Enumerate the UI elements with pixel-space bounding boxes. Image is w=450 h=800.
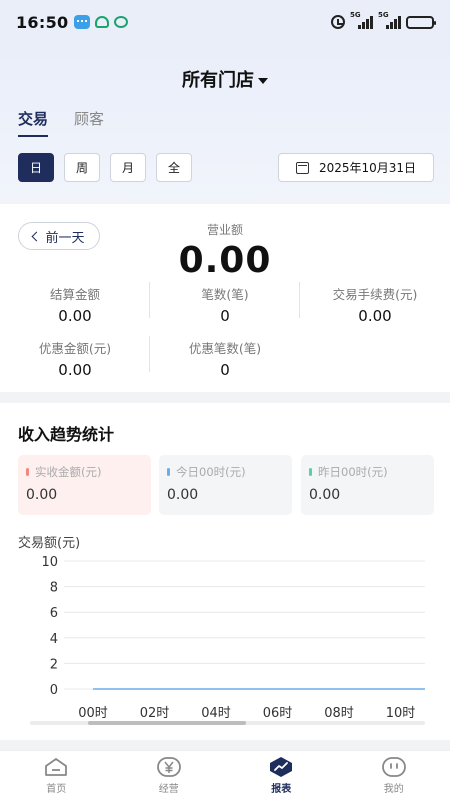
x-tick-label: 08时 bbox=[324, 706, 354, 721]
message-icon bbox=[74, 15, 91, 29]
trend-card-value: 0.00 bbox=[309, 487, 341, 503]
metric-value: 0.00 bbox=[358, 307, 392, 325]
nav-item-reports[interactable]: 报表 bbox=[225, 751, 338, 800]
metric-label: 笔数(笔) bbox=[201, 287, 249, 302]
trend-card-value: 0.00 bbox=[167, 487, 199, 503]
nav-label: 我的 bbox=[383, 784, 404, 795]
metric-discount-count: 优惠笔数(笔) 0 bbox=[150, 338, 300, 379]
period-selector: 日 周 月 全 bbox=[18, 153, 192, 182]
yuan-icon bbox=[155, 756, 183, 778]
y-tick-label: 2 bbox=[50, 657, 58, 672]
y-tick-label: 6 bbox=[50, 606, 58, 621]
metric-value: 0.00 bbox=[58, 307, 92, 325]
period-day-button[interactable]: 日 bbox=[18, 153, 54, 182]
period-week-button[interactable]: 周 bbox=[64, 153, 100, 182]
trend-card-yesterday[interactable]: 昨日00时(元) 0.00 bbox=[301, 455, 434, 515]
summary-card: 前一天 营业额 0.00 结算金额 0.00 笔数(笔) 0 交易手续费(元) … bbox=[0, 204, 450, 392]
profile-face-icon bbox=[380, 756, 408, 778]
revenue-value: 0.00 bbox=[178, 240, 272, 281]
status-time: 16:50 bbox=[16, 12, 69, 32]
metric-label: 优惠笔数(笔) bbox=[188, 341, 262, 356]
nav-label: 首页 bbox=[46, 784, 67, 795]
carrier-icon bbox=[114, 16, 129, 28]
trend-card-label: 实收金额(元) bbox=[35, 465, 102, 479]
trend-card-label: 昨日00时(元) bbox=[318, 465, 388, 479]
notification-icons bbox=[74, 15, 129, 29]
report-chart-icon bbox=[267, 756, 295, 778]
report-tabs: 交易 顾客 bbox=[18, 108, 104, 137]
metric-value: 0.00 bbox=[58, 361, 92, 379]
system-icons: 5G 5G bbox=[331, 11, 436, 29]
chart-scrollbar[interactable] bbox=[88, 721, 246, 725]
report-header: 所有门店 交易 顾客 日 周 月 全 2025年10月31日 bbox=[0, 44, 450, 202]
metric-discount-amount: 优惠金额(元) 0.00 bbox=[0, 338, 150, 379]
tab-customers[interactable]: 顾客 bbox=[74, 108, 104, 137]
date-label: 2025年10月31日 bbox=[318, 161, 417, 175]
home-icon bbox=[42, 756, 70, 778]
revenue-label: 营业额 bbox=[206, 223, 243, 237]
trend-card-received[interactable]: 实收金额(元) 0.00 bbox=[18, 455, 151, 515]
cloud-icon bbox=[95, 16, 110, 28]
legend-marker bbox=[167, 468, 170, 476]
trend-title: 收入趋势统计 bbox=[18, 425, 115, 444]
metric-label: 交易手续费(元) bbox=[332, 287, 418, 302]
trend-card-label: 今日00时(元) bbox=[176, 465, 246, 479]
store-selector[interactable]: 所有门店 bbox=[0, 66, 450, 92]
metric-value: 0 bbox=[220, 307, 230, 325]
trend-card-today[interactable]: 今日00时(元) 0.00 bbox=[159, 455, 292, 515]
y-axis-label: 交易额(元) bbox=[18, 536, 81, 551]
status-bar: 16:50 5G 5G bbox=[0, 0, 450, 44]
x-tick-label: 06时 bbox=[263, 706, 293, 721]
y-tick-label: 0 bbox=[50, 683, 58, 698]
metric-label: 结算金额 bbox=[49, 287, 100, 302]
nav-item-home[interactable]: 首页 bbox=[0, 751, 113, 800]
y-tick-label: 4 bbox=[50, 632, 58, 647]
metric-fee: 交易手续费(元) 0.00 bbox=[300, 284, 450, 325]
legend-marker bbox=[26, 468, 29, 476]
x-tick-label: 10时 bbox=[386, 706, 416, 721]
trend-line-chart: 0 2 4 6 8 10 00时 02时 04时 06时 08时 10时 bbox=[41, 555, 425, 721]
store-selector-label: 所有门店 bbox=[182, 70, 254, 91]
y-tick-label: 8 bbox=[50, 581, 58, 596]
battery-icon bbox=[406, 15, 436, 29]
x-tick-label: 04时 bbox=[201, 706, 231, 721]
nav-item-profile[interactable]: 我的 bbox=[338, 751, 450, 800]
x-tick-label: 00时 bbox=[78, 706, 108, 721]
metric-label: 优惠金额(元) bbox=[38, 341, 112, 356]
caret-down-icon bbox=[258, 78, 268, 84]
calendar-icon bbox=[295, 161, 309, 174]
x-tick-label: 02时 bbox=[140, 706, 170, 721]
alarm-icon bbox=[331, 15, 345, 29]
income-trend-card: 收入趋势统计 实收金额(元) 0.00 今日00时(元) 0.00 昨日00时(… bbox=[0, 403, 450, 740]
metric-count: 笔数(笔) 0 bbox=[150, 284, 300, 325]
trend-card-value: 0.00 bbox=[26, 487, 58, 503]
period-month-button[interactable]: 月 bbox=[110, 153, 146, 182]
legend-marker bbox=[309, 468, 312, 476]
tab-transactions[interactable]: 交易 bbox=[18, 108, 49, 137]
period-all-button[interactable]: 全 bbox=[156, 153, 192, 182]
signal-icon-2: 5G bbox=[378, 11, 401, 29]
nav-label: 经营 bbox=[158, 784, 179, 795]
signal-icon: 5G bbox=[350, 11, 373, 29]
nav-item-business[interactable]: 经营 bbox=[113, 751, 226, 800]
metric-value: 0 bbox=[220, 361, 230, 379]
bottom-nav: 首页 经营 报表 我的 bbox=[0, 750, 450, 800]
y-tick-label: 10 bbox=[41, 555, 58, 570]
metric-settlement: 结算金额 0.00 bbox=[0, 284, 150, 325]
nav-label: 报表 bbox=[271, 784, 292, 795]
date-picker-button[interactable]: 2025年10月31日 bbox=[278, 153, 434, 182]
